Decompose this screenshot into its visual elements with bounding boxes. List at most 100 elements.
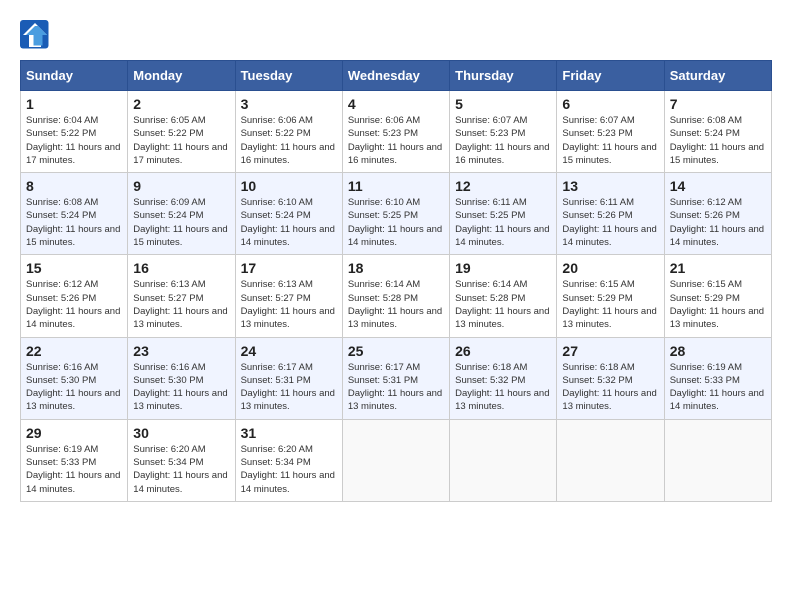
day-number: 30 xyxy=(133,425,229,441)
day-info: Sunrise: 6:20 AM Sunset: 5:34 PM Dayligh… xyxy=(133,443,229,496)
calendar-day-cell: 10 Sunrise: 6:10 AM Sunset: 5:24 PM Dayl… xyxy=(235,173,342,255)
day-info: Sunrise: 6:15 AM Sunset: 5:29 PM Dayligh… xyxy=(562,278,658,331)
calendar-week-row: 22 Sunrise: 6:16 AM Sunset: 5:30 PM Dayl… xyxy=(21,337,772,419)
day-info: Sunrise: 6:17 AM Sunset: 5:31 PM Dayligh… xyxy=(348,361,444,414)
day-number: 28 xyxy=(670,343,766,359)
day-number: 12 xyxy=(455,178,551,194)
weekday-header: Monday xyxy=(128,61,235,91)
calendar-header: SundayMondayTuesdayWednesdayThursdayFrid… xyxy=(21,61,772,91)
day-number: 9 xyxy=(133,178,229,194)
calendar-day-cell xyxy=(664,419,771,501)
day-number: 25 xyxy=(348,343,444,359)
calendar-day-cell: 5 Sunrise: 6:07 AM Sunset: 5:23 PM Dayli… xyxy=(450,91,557,173)
calendar-day-cell: 28 Sunrise: 6:19 AM Sunset: 5:33 PM Dayl… xyxy=(664,337,771,419)
calendar-day-cell: 3 Sunrise: 6:06 AM Sunset: 5:22 PM Dayli… xyxy=(235,91,342,173)
day-info: Sunrise: 6:11 AM Sunset: 5:26 PM Dayligh… xyxy=(562,196,658,249)
calendar-day-cell: 1 Sunrise: 6:04 AM Sunset: 5:22 PM Dayli… xyxy=(21,91,128,173)
day-number: 31 xyxy=(241,425,337,441)
day-info: Sunrise: 6:20 AM Sunset: 5:34 PM Dayligh… xyxy=(241,443,337,496)
day-number: 14 xyxy=(670,178,766,194)
logo-icon xyxy=(20,20,50,50)
day-info: Sunrise: 6:19 AM Sunset: 5:33 PM Dayligh… xyxy=(670,361,766,414)
day-info: Sunrise: 6:16 AM Sunset: 5:30 PM Dayligh… xyxy=(26,361,122,414)
day-info: Sunrise: 6:12 AM Sunset: 5:26 PM Dayligh… xyxy=(26,278,122,331)
calendar-week-row: 8 Sunrise: 6:08 AM Sunset: 5:24 PM Dayli… xyxy=(21,173,772,255)
calendar-day-cell: 12 Sunrise: 6:11 AM Sunset: 5:25 PM Dayl… xyxy=(450,173,557,255)
calendar-day-cell: 24 Sunrise: 6:17 AM Sunset: 5:31 PM Dayl… xyxy=(235,337,342,419)
day-number: 4 xyxy=(348,96,444,112)
calendar-day-cell: 15 Sunrise: 6:12 AM Sunset: 5:26 PM Dayl… xyxy=(21,255,128,337)
calendar-day-cell: 26 Sunrise: 6:18 AM Sunset: 5:32 PM Dayl… xyxy=(450,337,557,419)
calendar-day-cell: 11 Sunrise: 6:10 AM Sunset: 5:25 PM Dayl… xyxy=(342,173,449,255)
calendar-day-cell: 7 Sunrise: 6:08 AM Sunset: 5:24 PM Dayli… xyxy=(664,91,771,173)
calendar-day-cell: 8 Sunrise: 6:08 AM Sunset: 5:24 PM Dayli… xyxy=(21,173,128,255)
day-number: 18 xyxy=(348,260,444,276)
day-info: Sunrise: 6:07 AM Sunset: 5:23 PM Dayligh… xyxy=(562,114,658,167)
calendar-day-cell: 16 Sunrise: 6:13 AM Sunset: 5:27 PM Dayl… xyxy=(128,255,235,337)
page-header xyxy=(20,20,772,50)
calendar-day-cell: 21 Sunrise: 6:15 AM Sunset: 5:29 PM Dayl… xyxy=(664,255,771,337)
day-number: 27 xyxy=(562,343,658,359)
day-number: 19 xyxy=(455,260,551,276)
day-number: 23 xyxy=(133,343,229,359)
day-info: Sunrise: 6:11 AM Sunset: 5:25 PM Dayligh… xyxy=(455,196,551,249)
calendar-day-cell: 18 Sunrise: 6:14 AM Sunset: 5:28 PM Dayl… xyxy=(342,255,449,337)
calendar-day-cell: 4 Sunrise: 6:06 AM Sunset: 5:23 PM Dayli… xyxy=(342,91,449,173)
calendar-week-row: 15 Sunrise: 6:12 AM Sunset: 5:26 PM Dayl… xyxy=(21,255,772,337)
day-info: Sunrise: 6:06 AM Sunset: 5:22 PM Dayligh… xyxy=(241,114,337,167)
weekday-header: Thursday xyxy=(450,61,557,91)
weekday-header: Wednesday xyxy=(342,61,449,91)
calendar-day-cell: 13 Sunrise: 6:11 AM Sunset: 5:26 PM Dayl… xyxy=(557,173,664,255)
day-number: 6 xyxy=(562,96,658,112)
day-info: Sunrise: 6:19 AM Sunset: 5:33 PM Dayligh… xyxy=(26,443,122,496)
day-number: 29 xyxy=(26,425,122,441)
calendar-day-cell: 23 Sunrise: 6:16 AM Sunset: 5:30 PM Dayl… xyxy=(128,337,235,419)
calendar-day-cell: 9 Sunrise: 6:09 AM Sunset: 5:24 PM Dayli… xyxy=(128,173,235,255)
day-info: Sunrise: 6:14 AM Sunset: 5:28 PM Dayligh… xyxy=(455,278,551,331)
logo xyxy=(20,20,54,50)
day-info: Sunrise: 6:06 AM Sunset: 5:23 PM Dayligh… xyxy=(348,114,444,167)
day-info: Sunrise: 6:15 AM Sunset: 5:29 PM Dayligh… xyxy=(670,278,766,331)
day-number: 7 xyxy=(670,96,766,112)
day-number: 11 xyxy=(348,178,444,194)
weekday-header-row: SundayMondayTuesdayWednesdayThursdayFrid… xyxy=(21,61,772,91)
calendar-day-cell: 29 Sunrise: 6:19 AM Sunset: 5:33 PM Dayl… xyxy=(21,419,128,501)
day-info: Sunrise: 6:08 AM Sunset: 5:24 PM Dayligh… xyxy=(670,114,766,167)
calendar-day-cell xyxy=(450,419,557,501)
calendar-day-cell: 6 Sunrise: 6:07 AM Sunset: 5:23 PM Dayli… xyxy=(557,91,664,173)
calendar-table: SundayMondayTuesdayWednesdayThursdayFrid… xyxy=(20,60,772,502)
calendar-day-cell: 25 Sunrise: 6:17 AM Sunset: 5:31 PM Dayl… xyxy=(342,337,449,419)
day-info: Sunrise: 6:10 AM Sunset: 5:24 PM Dayligh… xyxy=(241,196,337,249)
calendar-week-row: 29 Sunrise: 6:19 AM Sunset: 5:33 PM Dayl… xyxy=(21,419,772,501)
day-number: 8 xyxy=(26,178,122,194)
day-number: 26 xyxy=(455,343,551,359)
day-info: Sunrise: 6:18 AM Sunset: 5:32 PM Dayligh… xyxy=(455,361,551,414)
day-info: Sunrise: 6:12 AM Sunset: 5:26 PM Dayligh… xyxy=(670,196,766,249)
calendar-day-cell: 27 Sunrise: 6:18 AM Sunset: 5:32 PM Dayl… xyxy=(557,337,664,419)
day-info: Sunrise: 6:18 AM Sunset: 5:32 PM Dayligh… xyxy=(562,361,658,414)
calendar-day-cell: 30 Sunrise: 6:20 AM Sunset: 5:34 PM Dayl… xyxy=(128,419,235,501)
calendar-day-cell: 20 Sunrise: 6:15 AM Sunset: 5:29 PM Dayl… xyxy=(557,255,664,337)
weekday-header: Friday xyxy=(557,61,664,91)
day-info: Sunrise: 6:09 AM Sunset: 5:24 PM Dayligh… xyxy=(133,196,229,249)
calendar-day-cell xyxy=(342,419,449,501)
day-number: 3 xyxy=(241,96,337,112)
day-number: 10 xyxy=(241,178,337,194)
calendar-day-cell: 14 Sunrise: 6:12 AM Sunset: 5:26 PM Dayl… xyxy=(664,173,771,255)
day-number: 22 xyxy=(26,343,122,359)
day-number: 24 xyxy=(241,343,337,359)
calendar-day-cell: 2 Sunrise: 6:05 AM Sunset: 5:22 PM Dayli… xyxy=(128,91,235,173)
day-info: Sunrise: 6:04 AM Sunset: 5:22 PM Dayligh… xyxy=(26,114,122,167)
day-number: 21 xyxy=(670,260,766,276)
weekday-header: Tuesday xyxy=(235,61,342,91)
calendar-body: 1 Sunrise: 6:04 AM Sunset: 5:22 PM Dayli… xyxy=(21,91,772,502)
day-number: 20 xyxy=(562,260,658,276)
day-info: Sunrise: 6:17 AM Sunset: 5:31 PM Dayligh… xyxy=(241,361,337,414)
day-info: Sunrise: 6:13 AM Sunset: 5:27 PM Dayligh… xyxy=(133,278,229,331)
day-number: 13 xyxy=(562,178,658,194)
day-number: 1 xyxy=(26,96,122,112)
day-number: 5 xyxy=(455,96,551,112)
day-info: Sunrise: 6:13 AM Sunset: 5:27 PM Dayligh… xyxy=(241,278,337,331)
day-info: Sunrise: 6:16 AM Sunset: 5:30 PM Dayligh… xyxy=(133,361,229,414)
calendar-day-cell: 31 Sunrise: 6:20 AM Sunset: 5:34 PM Dayl… xyxy=(235,419,342,501)
